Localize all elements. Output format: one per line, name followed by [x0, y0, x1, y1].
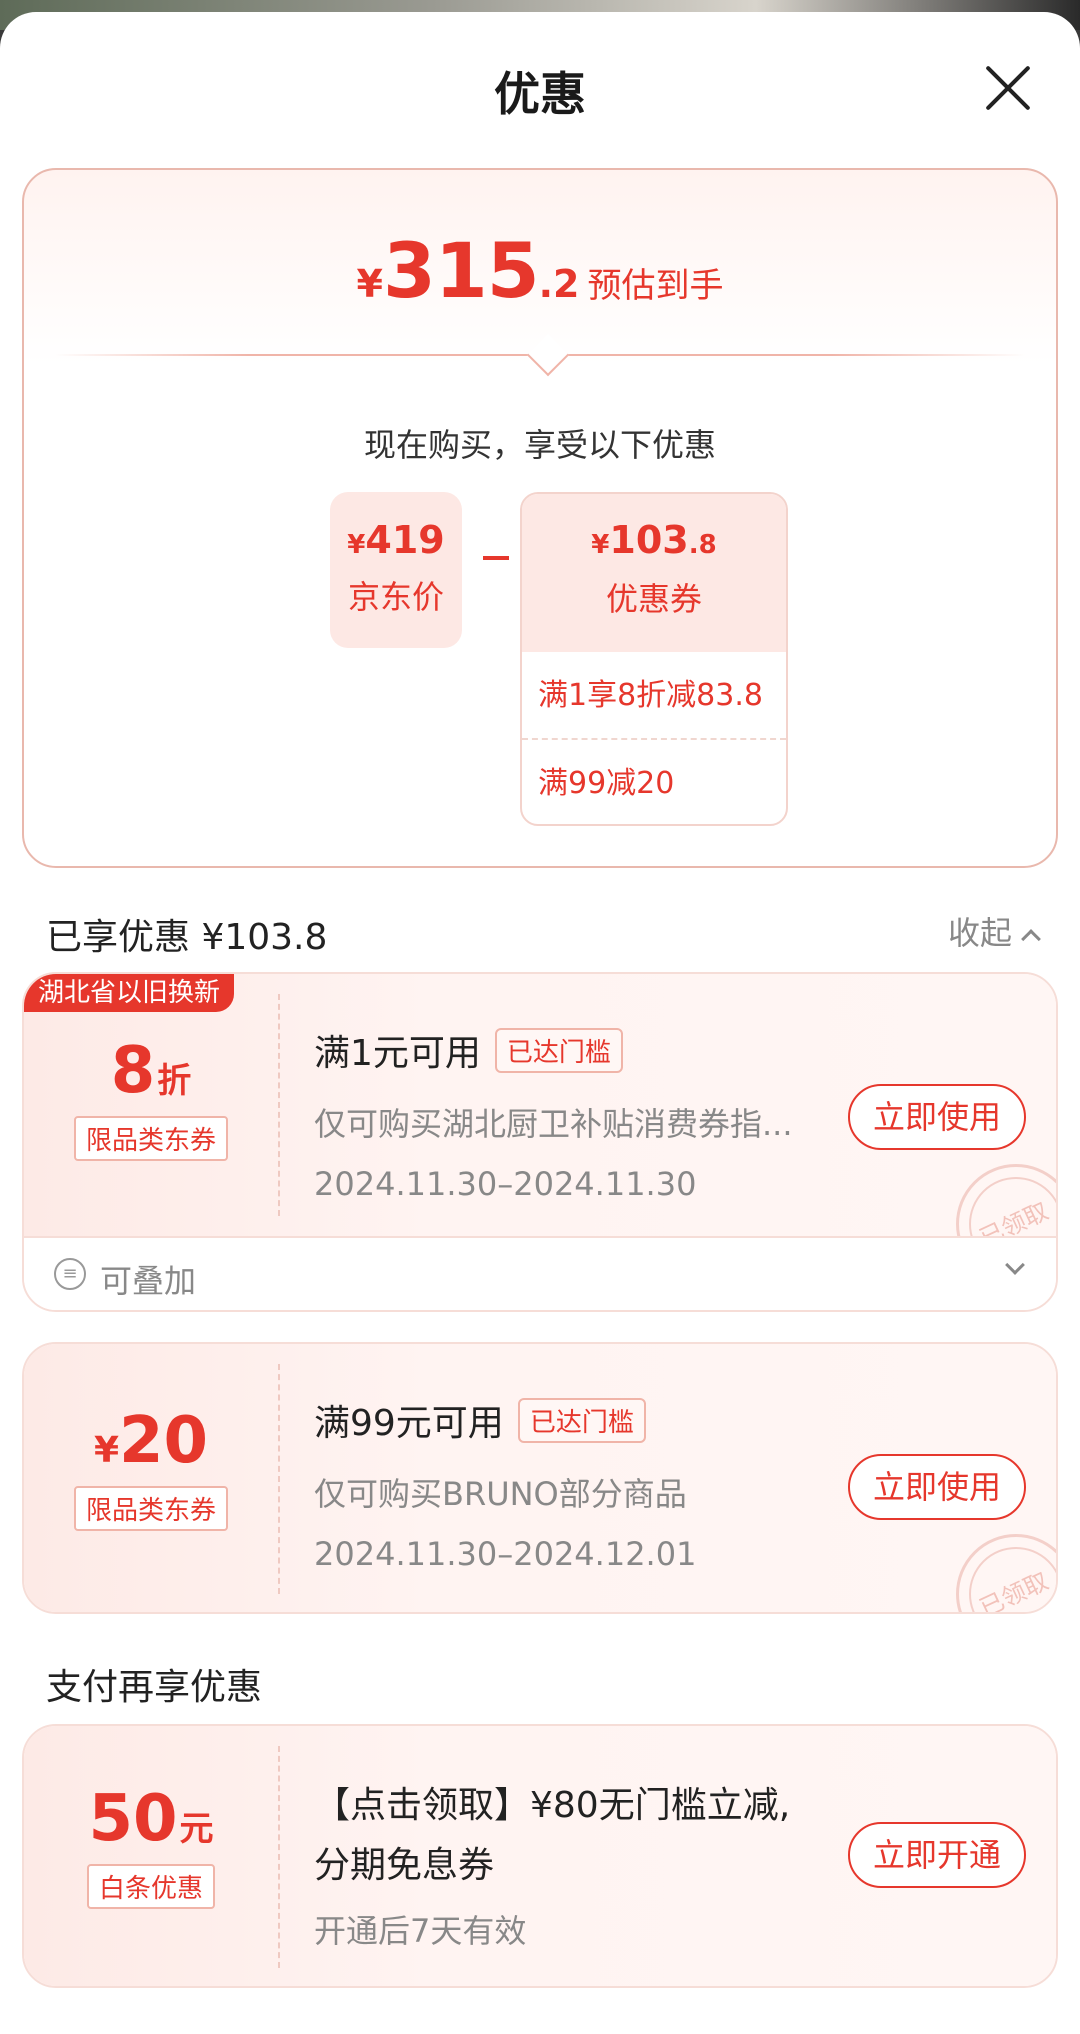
- stack-icon: ≡: [54, 1258, 86, 1290]
- coupon-info: 【点击领取】¥80无门槛立减, 分期免息券 开通后7天有效: [314, 1776, 790, 1952]
- threshold-reached-tag: 已达门槛: [517, 1398, 646, 1443]
- coupon-separator: [278, 1364, 280, 1594]
- jd-price-label: 京东价: [347, 578, 444, 616]
- divider-notch: [526, 333, 570, 377]
- coupon-card: 8折 限品类东券 满1元可用 已达门槛 仅可购买湖北厨卫补贴消费券指... 202…: [22, 972, 1058, 1312]
- jd-price-box: ¥419 京东价: [330, 492, 462, 648]
- coupon-info: 满1元可用 已达门槛 仅可购买湖北厨卫补贴消费券指... 2024.11.30–2…: [314, 1024, 793, 1203]
- coupon-type-tag: 限品类东券: [73, 1486, 228, 1531]
- coupon-title-line1: 【点击领取】¥80无门槛立减,: [314, 1785, 791, 1826]
- coupon-amount: 50元: [88, 1782, 214, 1856]
- sheet-title: 优惠: [494, 67, 586, 121]
- coupon-amount: ¥20: [93, 1404, 209, 1478]
- close-icon[interactable]: [984, 64, 1032, 112]
- collapse-button[interactable]: 收起: [947, 908, 1041, 954]
- coupon-condition: 满1元可用 已达门槛: [314, 1024, 793, 1077]
- coupon-detail-row: 满1享8折减83.8: [522, 652, 786, 740]
- use-now-button[interactable]: 立即使用: [848, 1084, 1026, 1150]
- chevron-down-icon: [1005, 1255, 1025, 1275]
- claimed-stamp-icon: 已领取: [956, 1534, 1056, 1612]
- price-integer: 315: [382, 226, 540, 315]
- collapse-label: 收起: [947, 914, 1012, 952]
- enjoyed-discount-label: 已享优惠 ¥103.8: [46, 917, 328, 958]
- coupon-detail-row: 满99减20: [538, 766, 675, 801]
- estimated-price: ¥315.2 预估到手: [24, 226, 1056, 315]
- coupon-validity: 2024.11.30–2024.12.01: [314, 1535, 697, 1573]
- stackable-label: 可叠加: [100, 1262, 197, 1300]
- coupon-card-body: 50元 白条优惠 【点击领取】¥80无门槛立减, 分期免息券 开通后7天有效 立…: [24, 1726, 1056, 1986]
- coupon-card-body: ¥20 限品类东券 满99元可用 已达门槛 仅可购买BRUNO部分商品 2024.…: [24, 1344, 1056, 1612]
- coupon-info: 满99元可用 已达门槛 仅可购买BRUNO部分商品 2024.11.30–2024…: [314, 1394, 696, 1573]
- coupon-separator: [278, 994, 280, 1216]
- pay-more-discount-label: 支付再享优惠: [46, 1667, 263, 1708]
- estimate-label: 预估到手: [587, 266, 724, 306]
- coupon-total-header: ¥103.8 优惠券: [522, 494, 786, 652]
- stackable-row[interactable]: ≡ 可叠加: [24, 1236, 1056, 1310]
- coupon-card-body: 8折 限品类东券 满1元可用 已达门槛 仅可购买湖北厨卫补贴消费券指... 202…: [24, 974, 1056, 1284]
- coupon-description: 开通后7天有效: [314, 1912, 527, 1950]
- coupon-total-label: 优惠券: [605, 580, 702, 618]
- jd-price-value: ¥419: [347, 518, 445, 562]
- coupon-amount-area: 50元 白条优惠: [24, 1726, 278, 1986]
- region-tag: 湖北省以旧换新: [24, 974, 235, 1012]
- use-now-button[interactable]: 立即使用: [848, 1454, 1026, 1520]
- coupon-title-line2: 分期免息券: [314, 1845, 495, 1886]
- price-decimal: .2: [538, 262, 580, 306]
- coupon-amount: 8折: [110, 1034, 192, 1108]
- discount-sheet: 优惠 ¥315.2 预估到手 现在购买，享受以下优惠 ¥419 京东价 ¥103.…: [0, 12, 1080, 2034]
- coupon-validity: 2024.11.30–2024.11.30: [314, 1165, 697, 1203]
- chevron-up-icon: [1021, 929, 1041, 949]
- price-summary-card: ¥315.2 预估到手 现在购买，享受以下优惠 ¥419 京东价 ¥103.8 优…: [22, 168, 1058, 868]
- sheet-header: 优惠: [0, 12, 1080, 154]
- coupon-card: ¥20 限品类东券 满99元可用 已达门槛 仅可购买BRUNO部分商品 2024.…: [22, 1342, 1058, 1614]
- coupon-separator: [278, 1746, 280, 1968]
- baitiao-coupon-card: 50元 白条优惠 【点击领取】¥80无门槛立减, 分期免息券 开通后7天有效 立…: [22, 1724, 1058, 1988]
- currency-symbol: ¥: [356, 262, 383, 306]
- coupon-amount-area: 8折 限品类东券: [24, 974, 278, 1236]
- coupon-description: 仅可购买湖北厨卫补贴消费券指...: [314, 1105, 793, 1143]
- activate-now-button[interactable]: 立即开通: [848, 1822, 1026, 1888]
- coupon-type-tag: 限品类东券: [73, 1116, 228, 1161]
- coupon-type-tag: 白条优惠: [86, 1864, 215, 1909]
- buy-now-text: 现在购买，享受以下优惠: [363, 426, 716, 464]
- threshold-reached-tag: 已达门槛: [494, 1028, 623, 1073]
- coupon-description: 仅可购买BRUNO部分商品: [314, 1475, 687, 1513]
- coupon-total-value: ¥103.8: [591, 518, 717, 562]
- coupon-total-box: ¥103.8 优惠券 满1享8折减83.8 满99减20: [520, 492, 788, 826]
- coupon-amount-area: ¥20 限品类东券: [24, 1344, 278, 1612]
- coupon-condition: 满99元可用 已达门槛: [314, 1394, 696, 1447]
- minus-sign: [483, 556, 509, 560]
